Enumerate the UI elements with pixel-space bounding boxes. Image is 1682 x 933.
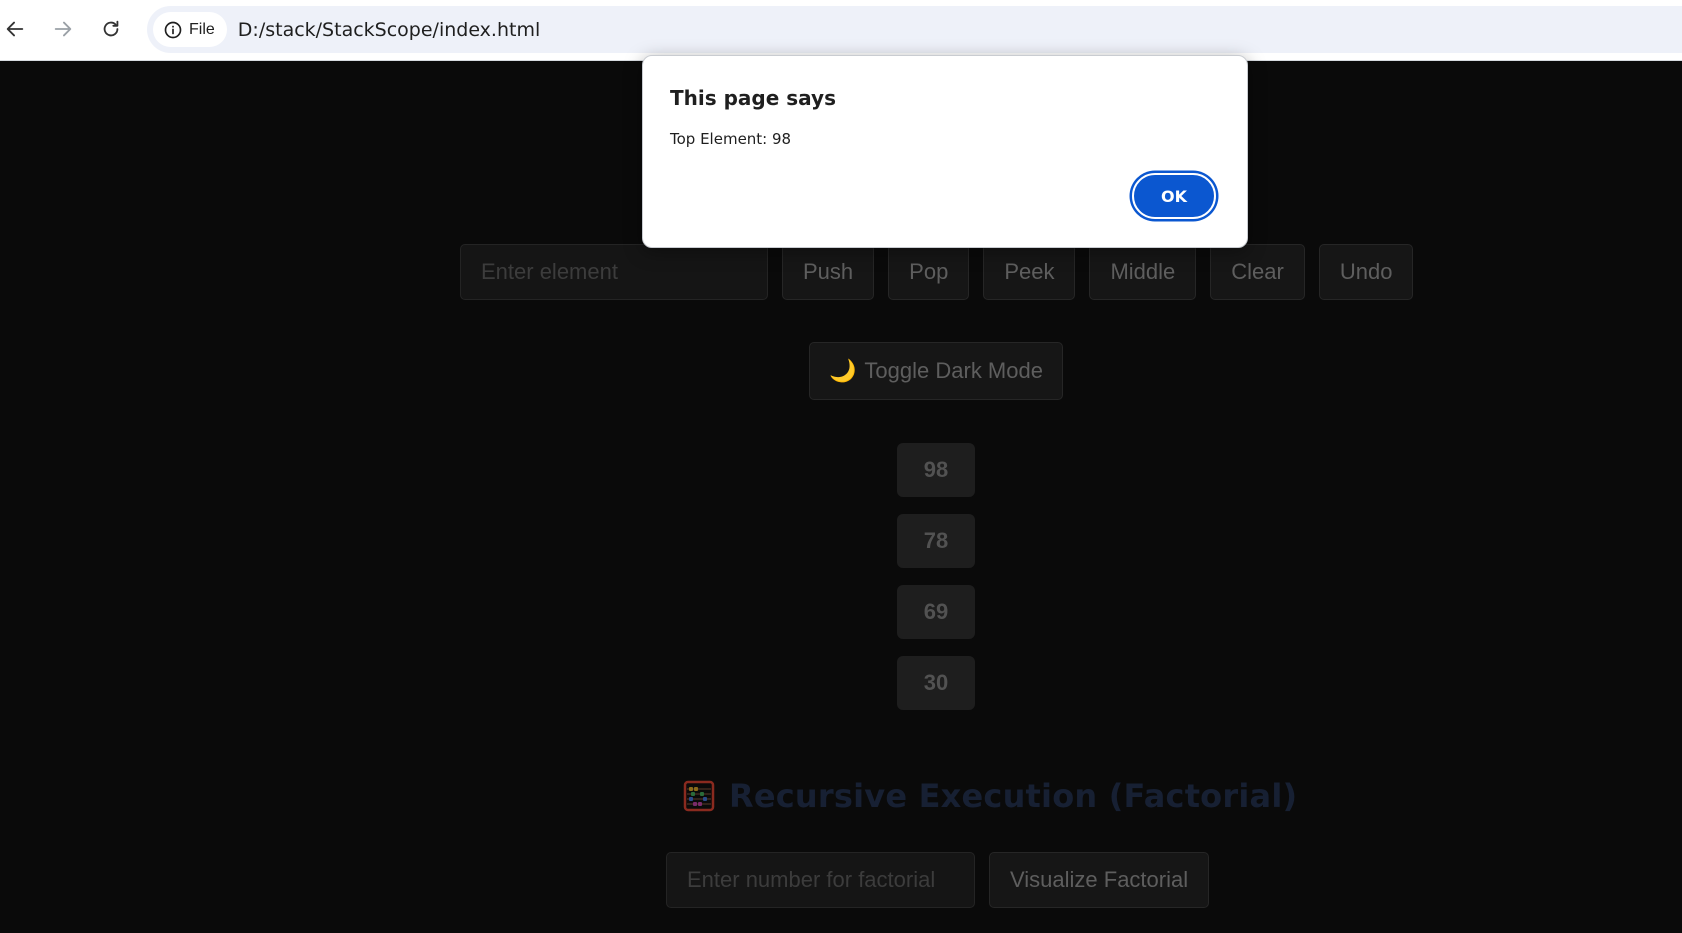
moon-icon: 🌙 — [829, 358, 857, 383]
info-icon — [164, 21, 182, 38]
dialog-title: This page says — [670, 86, 836, 110]
alert-dialog: This page says Top Element: 98 OK — [642, 55, 1248, 248]
address-bar[interactable]: File D:/stack/StackScope/index.html — [147, 6, 1682, 53]
visualize-factorial-button[interactable]: Visualize Factorial — [989, 852, 1210, 908]
clear-button[interactable]: Clear — [1210, 244, 1305, 300]
recursion-heading: Recursive Execution (Factorial) — [683, 774, 1297, 818]
push-button[interactable]: Push — [782, 244, 875, 300]
forward-button[interactable] — [46, 12, 80, 46]
back-button[interactable] — [0, 12, 32, 46]
undo-button[interactable]: Undo — [1318, 244, 1414, 300]
dialog-message: Top Element: 98 — [670, 130, 792, 148]
stack-item: 78 — [897, 514, 975, 568]
browser-toolbar: File D:/stack/StackScope/index.html — [0, 0, 1682, 61]
middle-button[interactable]: Middle — [1089, 244, 1197, 300]
site-info-chip[interactable]: File — [153, 12, 227, 47]
ok-button[interactable]: OK — [1132, 173, 1216, 219]
stack-item: 30 — [897, 656, 975, 710]
arrow-left-icon — [6, 21, 24, 37]
stack-controls: Push Pop Peek Middle Clear Undo — [460, 244, 1414, 300]
element-input[interactable] — [460, 244, 768, 300]
toggle-dark-mode-button[interactable]: 🌙 Toggle Dark Mode — [809, 342, 1063, 400]
reload-button[interactable] — [94, 12, 128, 46]
stack-item: 69 — [897, 585, 975, 639]
reload-icon — [103, 20, 119, 37]
factorial-input[interactable] — [666, 852, 975, 908]
toggle-dark-mode-label: Toggle Dark Mode — [864, 358, 1043, 383]
peek-button[interactable]: Peek — [983, 244, 1076, 300]
site-chip-label: File — [189, 20, 215, 38]
pop-button[interactable]: Pop — [888, 244, 970, 300]
stack-item: 98 — [897, 443, 975, 497]
url-text[interactable]: D:/stack/StackScope/index.html — [238, 19, 540, 41]
abacus-icon — [683, 780, 715, 812]
stack-visual: 98 78 69 30 — [897, 443, 975, 710]
recursion-title: Recursive Execution (Factorial) — [729, 777, 1298, 815]
arrow-right-icon — [54, 21, 72, 37]
